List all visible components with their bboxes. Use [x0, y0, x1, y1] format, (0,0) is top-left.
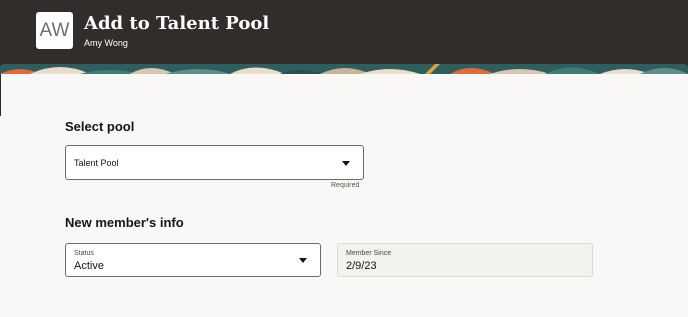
status-select[interactable]: Status Active: [65, 243, 321, 277]
left-edge-divider: [0, 74, 1, 116]
avatar: AW: [36, 12, 73, 49]
form-panel: Select pool Talent Pool Required New mem…: [0, 74, 688, 317]
required-helper-text: Required: [331, 182, 360, 189]
page-subtitle: Amy Wong: [84, 38, 128, 48]
header-bar: AW Add to Talent Pool Amy Wong: [0, 0, 688, 66]
status-value: Active: [74, 260, 104, 272]
status-label: Status: [74, 250, 94, 257]
member-since-label: Member Since: [346, 250, 392, 257]
new-member-info-heading: New member's info: [65, 215, 184, 230]
member-since-value: 2/9/23: [346, 260, 377, 272]
chevron-down-icon[interactable]: [299, 258, 307, 263]
banner-pattern: [0, 64, 688, 74]
chevron-down-icon[interactable]: [342, 161, 350, 166]
member-since-field: Member Since 2/9/23: [337, 243, 593, 277]
page-title: Add to Talent Pool: [84, 13, 270, 34]
decorative-banner: [0, 64, 688, 74]
select-pool-heading: Select pool: [65, 119, 135, 134]
talent-pool-select[interactable]: Talent Pool: [65, 145, 364, 180]
talent-pool-select-value: Talent Pool: [74, 158, 119, 168]
